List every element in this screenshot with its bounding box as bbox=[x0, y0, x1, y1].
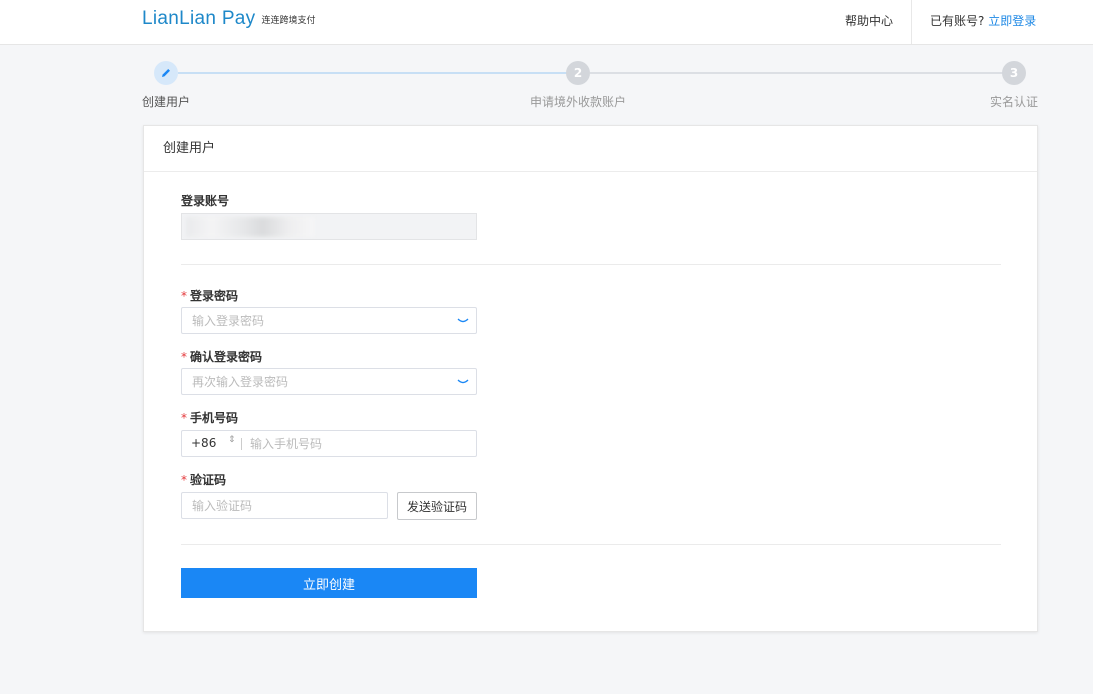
account-prompt: 已有账号? bbox=[930, 14, 985, 28]
redacted-account-mask bbox=[186, 217, 314, 237]
confirm-password-label-text: 确认登录密码 bbox=[190, 350, 263, 364]
eye-closed-icon[interactable] bbox=[457, 378, 469, 386]
password-label: * 登录密码 bbox=[181, 287, 238, 304]
form-divider-top bbox=[181, 264, 1001, 265]
required-mark: * bbox=[181, 289, 187, 303]
card-title: 创建用户 bbox=[144, 126, 1037, 172]
password-input[interactable] bbox=[181, 307, 477, 334]
logo-text-cn: 连连跨境支付 bbox=[261, 16, 316, 26]
verify-code-label: * 验证码 bbox=[181, 471, 226, 488]
required-mark: * bbox=[181, 350, 187, 364]
phone-label: * 手机号码 bbox=[181, 409, 238, 426]
help-center-link[interactable]: 帮助中心 bbox=[845, 12, 893, 29]
form-divider-bottom bbox=[181, 544, 1001, 545]
header-divider bbox=[911, 0, 912, 44]
confirm-password-input[interactable] bbox=[181, 368, 477, 395]
phone-label-text: 手机号码 bbox=[190, 411, 239, 425]
verify-code-input[interactable] bbox=[181, 492, 388, 519]
login-link[interactable]: 立即登录 bbox=[988, 14, 1036, 28]
eye-closed-icon[interactable] bbox=[457, 317, 469, 325]
confirm-password-label: * 确认登录密码 bbox=[181, 348, 262, 365]
step-2-circle: 2 bbox=[566, 61, 590, 85]
verify-code-label-text: 验证码 bbox=[190, 473, 227, 487]
step-3-circle: 3 bbox=[1002, 61, 1026, 85]
create-now-button[interactable]: 立即创建 bbox=[181, 568, 477, 598]
send-code-button[interactable]: 发送验证码 bbox=[397, 492, 477, 520]
top-header: LianLian Pay 连连跨境支付 帮助中心 已有账号? 立即登录 bbox=[0, 0, 1093, 45]
required-mark: * bbox=[181, 411, 187, 425]
password-label-text: 登录密码 bbox=[190, 289, 239, 303]
phone-field: +86 ⇕ bbox=[181, 430, 477, 457]
account-area: 已有账号? 立即登录 bbox=[930, 12, 1036, 29]
phone-separator bbox=[241, 438, 242, 450]
logo-text-en: LianLian Pay bbox=[142, 8, 256, 29]
step-3-label: 实名认证 bbox=[990, 95, 1039, 109]
step-1-label: 创建用户 bbox=[142, 95, 191, 109]
progress-steps: 2 3 创建用户 申请境外收款账户 实名认证 bbox=[0, 60, 1093, 110]
create-user-card: 创建用户 登录账号 *登录密码 *确认登录密码 *手机号码 +86 ⇕ *验证码… bbox=[143, 125, 1038, 632]
lianlian-logo[interactable]: LianLian Pay 连连跨境支付 bbox=[142, 8, 315, 30]
select-arrows-icon[interactable]: ⇕ bbox=[228, 436, 236, 445]
step-connector-1 bbox=[178, 72, 567, 74]
login-account-value bbox=[181, 213, 477, 240]
step-connector-2 bbox=[590, 72, 1003, 74]
step-1-circle bbox=[154, 61, 178, 85]
pencil-icon bbox=[162, 69, 170, 77]
login-account-label: 登录账号 bbox=[181, 194, 230, 208]
step-2-label: 申请境外收款账户 bbox=[530, 95, 627, 109]
phone-input[interactable] bbox=[244, 432, 469, 455]
required-mark: * bbox=[181, 473, 187, 487]
country-code-select[interactable]: +86 bbox=[191, 436, 216, 450]
